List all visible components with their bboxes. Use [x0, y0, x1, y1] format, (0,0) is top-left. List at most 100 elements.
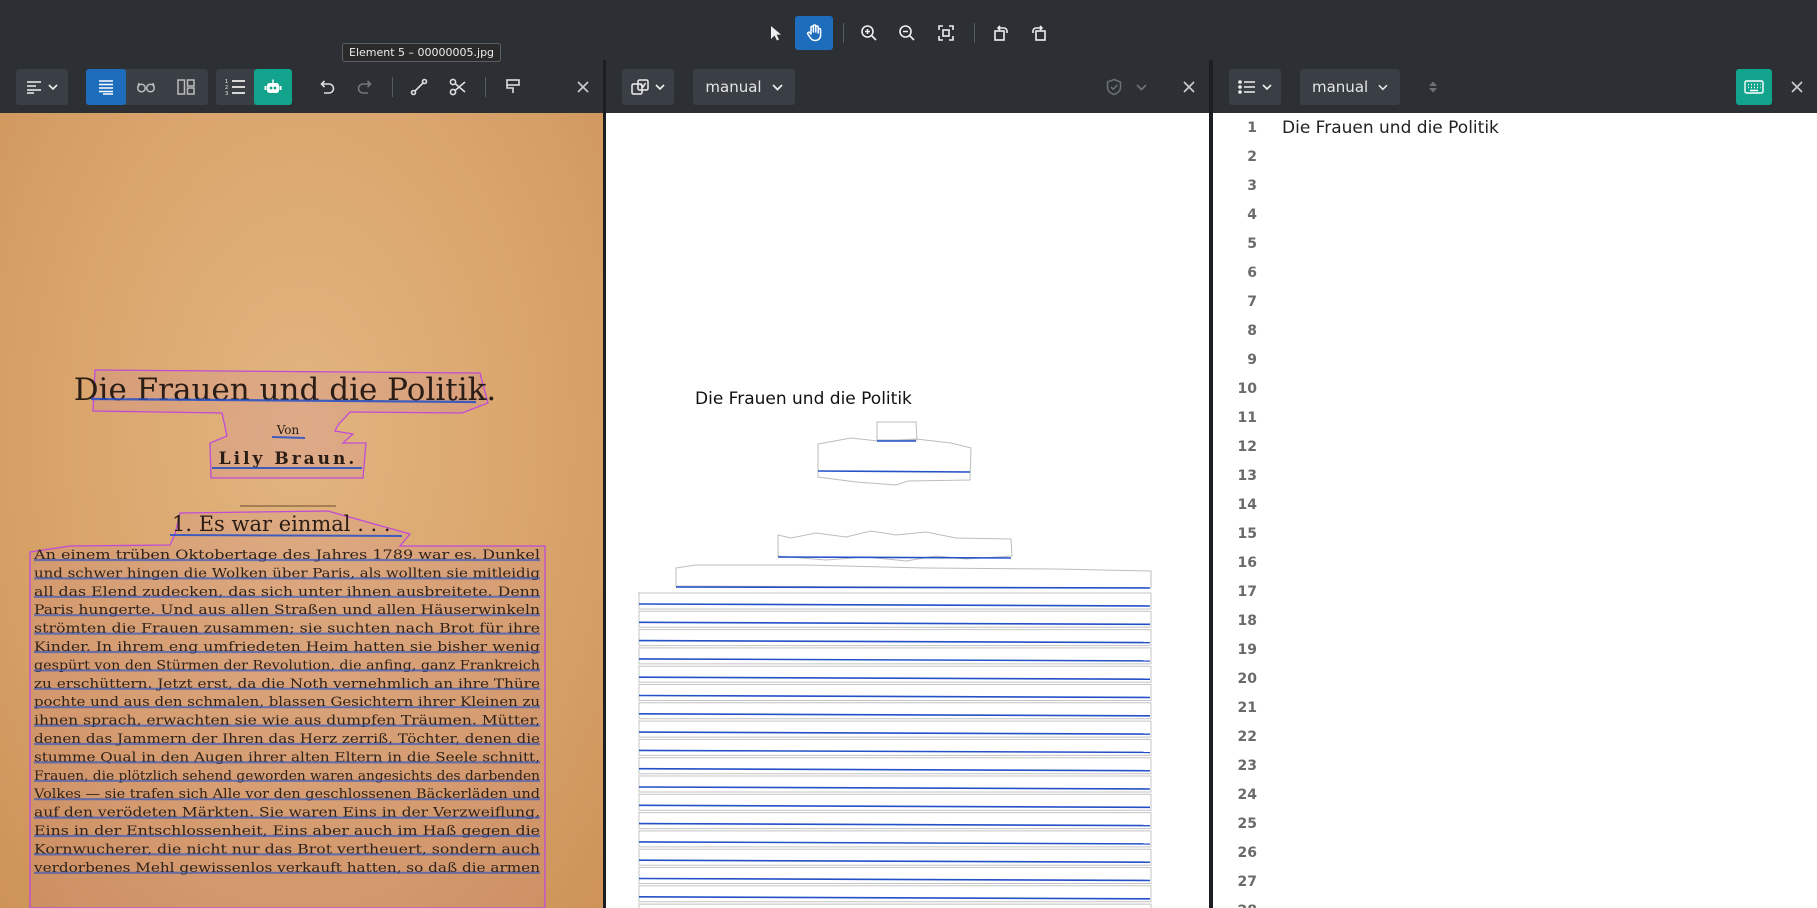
line-text[interactable]	[1282, 756, 1802, 780]
main-toolbar	[0, 0, 1817, 60]
pointer-icon[interactable]	[757, 16, 795, 50]
line-text[interactable]	[1282, 466, 1802, 490]
line-text[interactable]	[1282, 785, 1802, 809]
layout-line-box[interactable]	[638, 903, 1152, 908]
line-text[interactable]	[1282, 640, 1802, 664]
line-text[interactable]	[1282, 843, 1802, 867]
fit-screen-icon[interactable]	[927, 16, 965, 50]
rotate-left-icon[interactable]	[982, 16, 1020, 50]
glasses-icon[interactable]	[126, 69, 166, 105]
scan-heading: 1. Es war einmal . . .	[172, 512, 391, 536]
line-text[interactable]	[1282, 698, 1802, 722]
scan-von: Von	[276, 423, 300, 437]
line-text[interactable]	[1282, 350, 1802, 374]
keyboard-icon[interactable]	[1736, 69, 1772, 105]
line-number: 21	[1237, 700, 1257, 716]
chevron-down-icon[interactable]	[1130, 69, 1152, 105]
line-number: 18	[1237, 613, 1257, 629]
line-text[interactable]	[1282, 263, 1802, 287]
layout-line-box[interactable]	[675, 564, 1152, 589]
line-text[interactable]: Die Frauen und die Politik	[1282, 118, 1802, 142]
line-text[interactable]	[1282, 553, 1802, 577]
line-number: 16	[1237, 555, 1257, 571]
columns-icon[interactable]	[166, 69, 206, 105]
layout-pane: manual Die Frauen und die Politik	[606, 60, 1209, 908]
line-number: 15	[1237, 526, 1257, 542]
text-mode-dropdown[interactable]: manual	[1300, 69, 1400, 105]
line-text[interactable]	[1282, 727, 1802, 751]
line-number: 26	[1237, 845, 1257, 861]
sort-icon[interactable]	[1421, 69, 1445, 105]
line-text[interactable]	[1282, 408, 1802, 432]
line-text[interactable]	[1282, 669, 1802, 693]
line-number: 19	[1237, 642, 1257, 658]
line-number: 25	[1237, 816, 1257, 832]
line-text[interactable]	[1282, 495, 1802, 519]
document-scan: Die Frauen und die Politik. Von Lily Bra…	[0, 113, 603, 908]
layout-baseline	[638, 676, 1151, 681]
line-number: 14	[1237, 497, 1257, 513]
line-icon[interactable]	[402, 69, 436, 105]
line-text[interactable]	[1282, 437, 1802, 461]
align-left-icon[interactable]	[16, 69, 68, 105]
line-text[interactable]	[1282, 901, 1802, 908]
scissors-icon[interactable]	[441, 69, 475, 105]
layout-baseline	[638, 639, 1151, 644]
close-icon[interactable]	[566, 69, 600, 105]
close-icon[interactable]	[1781, 69, 1813, 105]
line-text[interactable]	[1282, 321, 1802, 345]
layout-baseline	[638, 749, 1151, 754]
hand-icon[interactable]	[795, 16, 833, 50]
layout-line-box[interactable]	[817, 437, 972, 486]
text-lines-icon[interactable]	[86, 69, 126, 105]
close-icon[interactable]	[1172, 69, 1206, 105]
line-text[interactable]	[1282, 234, 1802, 258]
layout-baseline	[638, 658, 1151, 662]
layout-baseline	[817, 470, 971, 473]
redo-icon[interactable]	[348, 69, 382, 105]
list-icon[interactable]	[1229, 69, 1281, 105]
chevron-down-icon	[771, 83, 783, 91]
layout-line-box[interactable]	[876, 421, 918, 441]
line-text[interactable]	[1282, 292, 1802, 316]
line-text[interactable]	[1282, 379, 1802, 403]
line-text[interactable]	[1282, 524, 1802, 548]
layout-baseline	[638, 895, 1151, 900]
line-number: 3	[1247, 178, 1257, 194]
scan-author: Lily Braun.	[219, 449, 358, 469]
layout-baseline	[777, 556, 1012, 559]
transcription-list: 1 Die Frauen und die Politik 2 3 4 5 6 7 8 9 10 11 1…	[1213, 113, 1817, 908]
layout-baseline	[638, 877, 1151, 882]
zoom-in-icon[interactable]	[850, 16, 888, 50]
text-pane: manual 1 Die Frauen und die Politik 2 3 4 5 6 7…	[1213, 60, 1817, 908]
von-baseline	[271, 436, 306, 439]
line-text[interactable]	[1282, 582, 1802, 606]
line-text[interactable]	[1282, 205, 1802, 229]
line-text[interactable]	[1282, 147, 1802, 171]
rotate-right-icon[interactable]	[1020, 16, 1058, 50]
shield-check-icon[interactable]	[1100, 69, 1128, 105]
zoom-out-icon[interactable]	[888, 16, 926, 50]
numbered-list-icon[interactable]: 123	[216, 69, 254, 105]
line-number: 13	[1237, 468, 1257, 484]
layout-mode-dropdown[interactable]: manual	[693, 69, 795, 105]
undo-icon[interactable]	[310, 69, 344, 105]
line-text[interactable]	[1282, 814, 1802, 838]
layout-pane-toolbar: manual	[606, 60, 1209, 113]
layout-body-lines	[638, 592, 1152, 908]
layout-baseline	[638, 804, 1151, 809]
line-text[interactable]	[1282, 611, 1802, 635]
line-text[interactable]	[1282, 176, 1802, 200]
robot-icon[interactable]	[254, 69, 292, 105]
line-text[interactable]	[1282, 872, 1802, 896]
brush-icon[interactable]	[496, 69, 530, 105]
line-number: 10	[1237, 381, 1257, 397]
layout-baseline	[638, 712, 1151, 717]
line-number: 7	[1247, 294, 1257, 310]
layout-baseline	[638, 767, 1151, 772]
line-number: 11	[1237, 410, 1257, 426]
layout-icon[interactable]	[622, 69, 674, 105]
layout-baseline	[638, 786, 1151, 790]
image-pane: 123 Die Frauen und die Politik. Von Lily…	[0, 60, 603, 908]
line-number: 12	[1237, 439, 1257, 455]
